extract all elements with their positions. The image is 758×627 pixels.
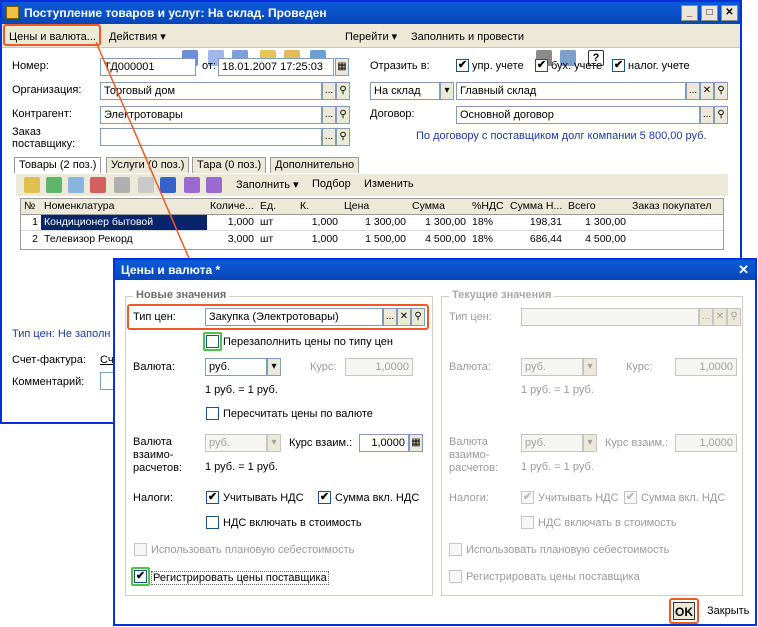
cur-sum-vat-label: Сумма вкл. НДС	[641, 492, 726, 504]
rate-text: 1 руб. = 1 руб.	[205, 384, 278, 396]
rate-label: Курс:	[310, 361, 337, 373]
planned-cost-label: Использовать плановую себестоимость	[151, 544, 355, 556]
new-values-title: Новые значения	[133, 289, 230, 301]
vat-label: Учитывать НДС	[223, 492, 304, 504]
currency-label: Валюта:	[133, 361, 175, 373]
cur-price-type-select-button[interactable]: ...	[699, 308, 713, 326]
vat-in-cost-label: НДС включать в стоимость	[223, 517, 362, 529]
settle-currency-label: Валюта взаимо-расчетов:	[133, 436, 183, 474]
cur-planned-cost-checkbox[interactable]	[449, 543, 462, 556]
settle-rate-label: Курс взаим.:	[289, 437, 353, 449]
cur-settle-currency-field[interactable]: руб.	[521, 434, 583, 452]
recalc-checkbox[interactable]	[206, 407, 219, 420]
settle-rate-text: 1 руб. = 1 руб.	[205, 461, 278, 473]
price-type-highlight	[127, 304, 429, 330]
register-prices-label: Регистрировать цены поставщика	[151, 571, 329, 585]
cur-currency-field[interactable]: руб.	[521, 358, 583, 376]
cur-vat-in-cost-label: НДС включать в стоимость	[538, 517, 677, 529]
planned-cost-checkbox[interactable]	[134, 543, 147, 556]
cur-settle-rate-text: 1 руб. = 1 руб.	[521, 461, 594, 473]
rate-field[interactable]: 1,0000	[345, 358, 413, 376]
settle-currency-dropdown[interactable]: ▾	[267, 434, 281, 452]
sum-vat-label: Сумма вкл. НДС	[335, 492, 420, 504]
refill-prices-label: Перезаполнить цены по типу цен	[223, 336, 394, 348]
refill-checkbox-highlight	[203, 332, 222, 351]
cur-price-type-field[interactable]	[521, 308, 699, 326]
cur-settle-rate-field[interactable]: 1,0000	[675, 434, 737, 452]
ok-button-highlight	[669, 598, 699, 624]
cur-vat-checkbox[interactable]: ✔	[521, 491, 534, 504]
vat-in-cost-checkbox[interactable]	[206, 516, 219, 529]
recalc-label: Пересчитать цены по валюте	[223, 408, 373, 420]
cur-register-prices-checkbox[interactable]	[449, 570, 462, 583]
current-values-title: Текущие значения	[449, 289, 555, 301]
cur-settle-rate-label: Курс взаим.:	[605, 437, 669, 449]
cur-rate-label: Курс:	[626, 361, 653, 373]
currency-field[interactable]: руб.	[205, 358, 267, 376]
taxes-label: Налоги:	[133, 492, 173, 504]
register-checkbox-highlight	[131, 567, 150, 586]
cur-price-type-search-icon[interactable]: ⚲	[727, 308, 741, 326]
cur-register-prices-label: Регистрировать цены поставщика	[466, 571, 640, 583]
cur-settle-currency-label: Валюта взаимо-расчетов:	[449, 436, 499, 474]
settle-currency-field[interactable]: руб.	[205, 434, 267, 452]
close-button[interactable]: Закрыть	[707, 605, 749, 617]
cur-currency-label: Валюта:	[449, 361, 491, 373]
cur-vat-label: Учитывать НДС	[538, 492, 619, 504]
currency-dropdown[interactable]: ▾	[267, 358, 281, 376]
cur-price-type-clear-icon[interactable]: ✕	[713, 308, 727, 326]
vat-checkbox[interactable]: ✔	[206, 491, 219, 504]
prices-dialog: Цены и валюта * ✕ Новые значения Тип цен…	[113, 258, 757, 626]
cur-rate-field[interactable]: 1,0000	[675, 358, 737, 376]
calculator-icon[interactable]: ▦	[409, 434, 423, 452]
cur-rate-text: 1 руб. = 1 руб.	[521, 384, 594, 396]
cur-settle-currency-dropdown[interactable]: ▾	[583, 434, 597, 452]
dialog-titlebar: Цены и валюта * ✕	[115, 260, 755, 280]
sum-vat-checkbox[interactable]: ✔	[318, 491, 331, 504]
dialog-title: Цены и валюта *	[121, 263, 221, 277]
dialog-close-icon[interactable]: ✕	[738, 260, 749, 280]
cur-vat-in-cost-checkbox[interactable]	[521, 516, 534, 529]
cur-currency-dropdown[interactable]: ▾	[583, 358, 597, 376]
cur-planned-cost-label: Использовать плановую себестоимость	[466, 544, 670, 556]
cur-taxes-label: Налоги:	[449, 492, 489, 504]
settle-rate-field[interactable]: 1,0000	[359, 434, 409, 452]
cur-price-type-label: Тип цен:	[449, 311, 492, 323]
cur-sum-vat-checkbox[interactable]: ✔	[624, 491, 637, 504]
